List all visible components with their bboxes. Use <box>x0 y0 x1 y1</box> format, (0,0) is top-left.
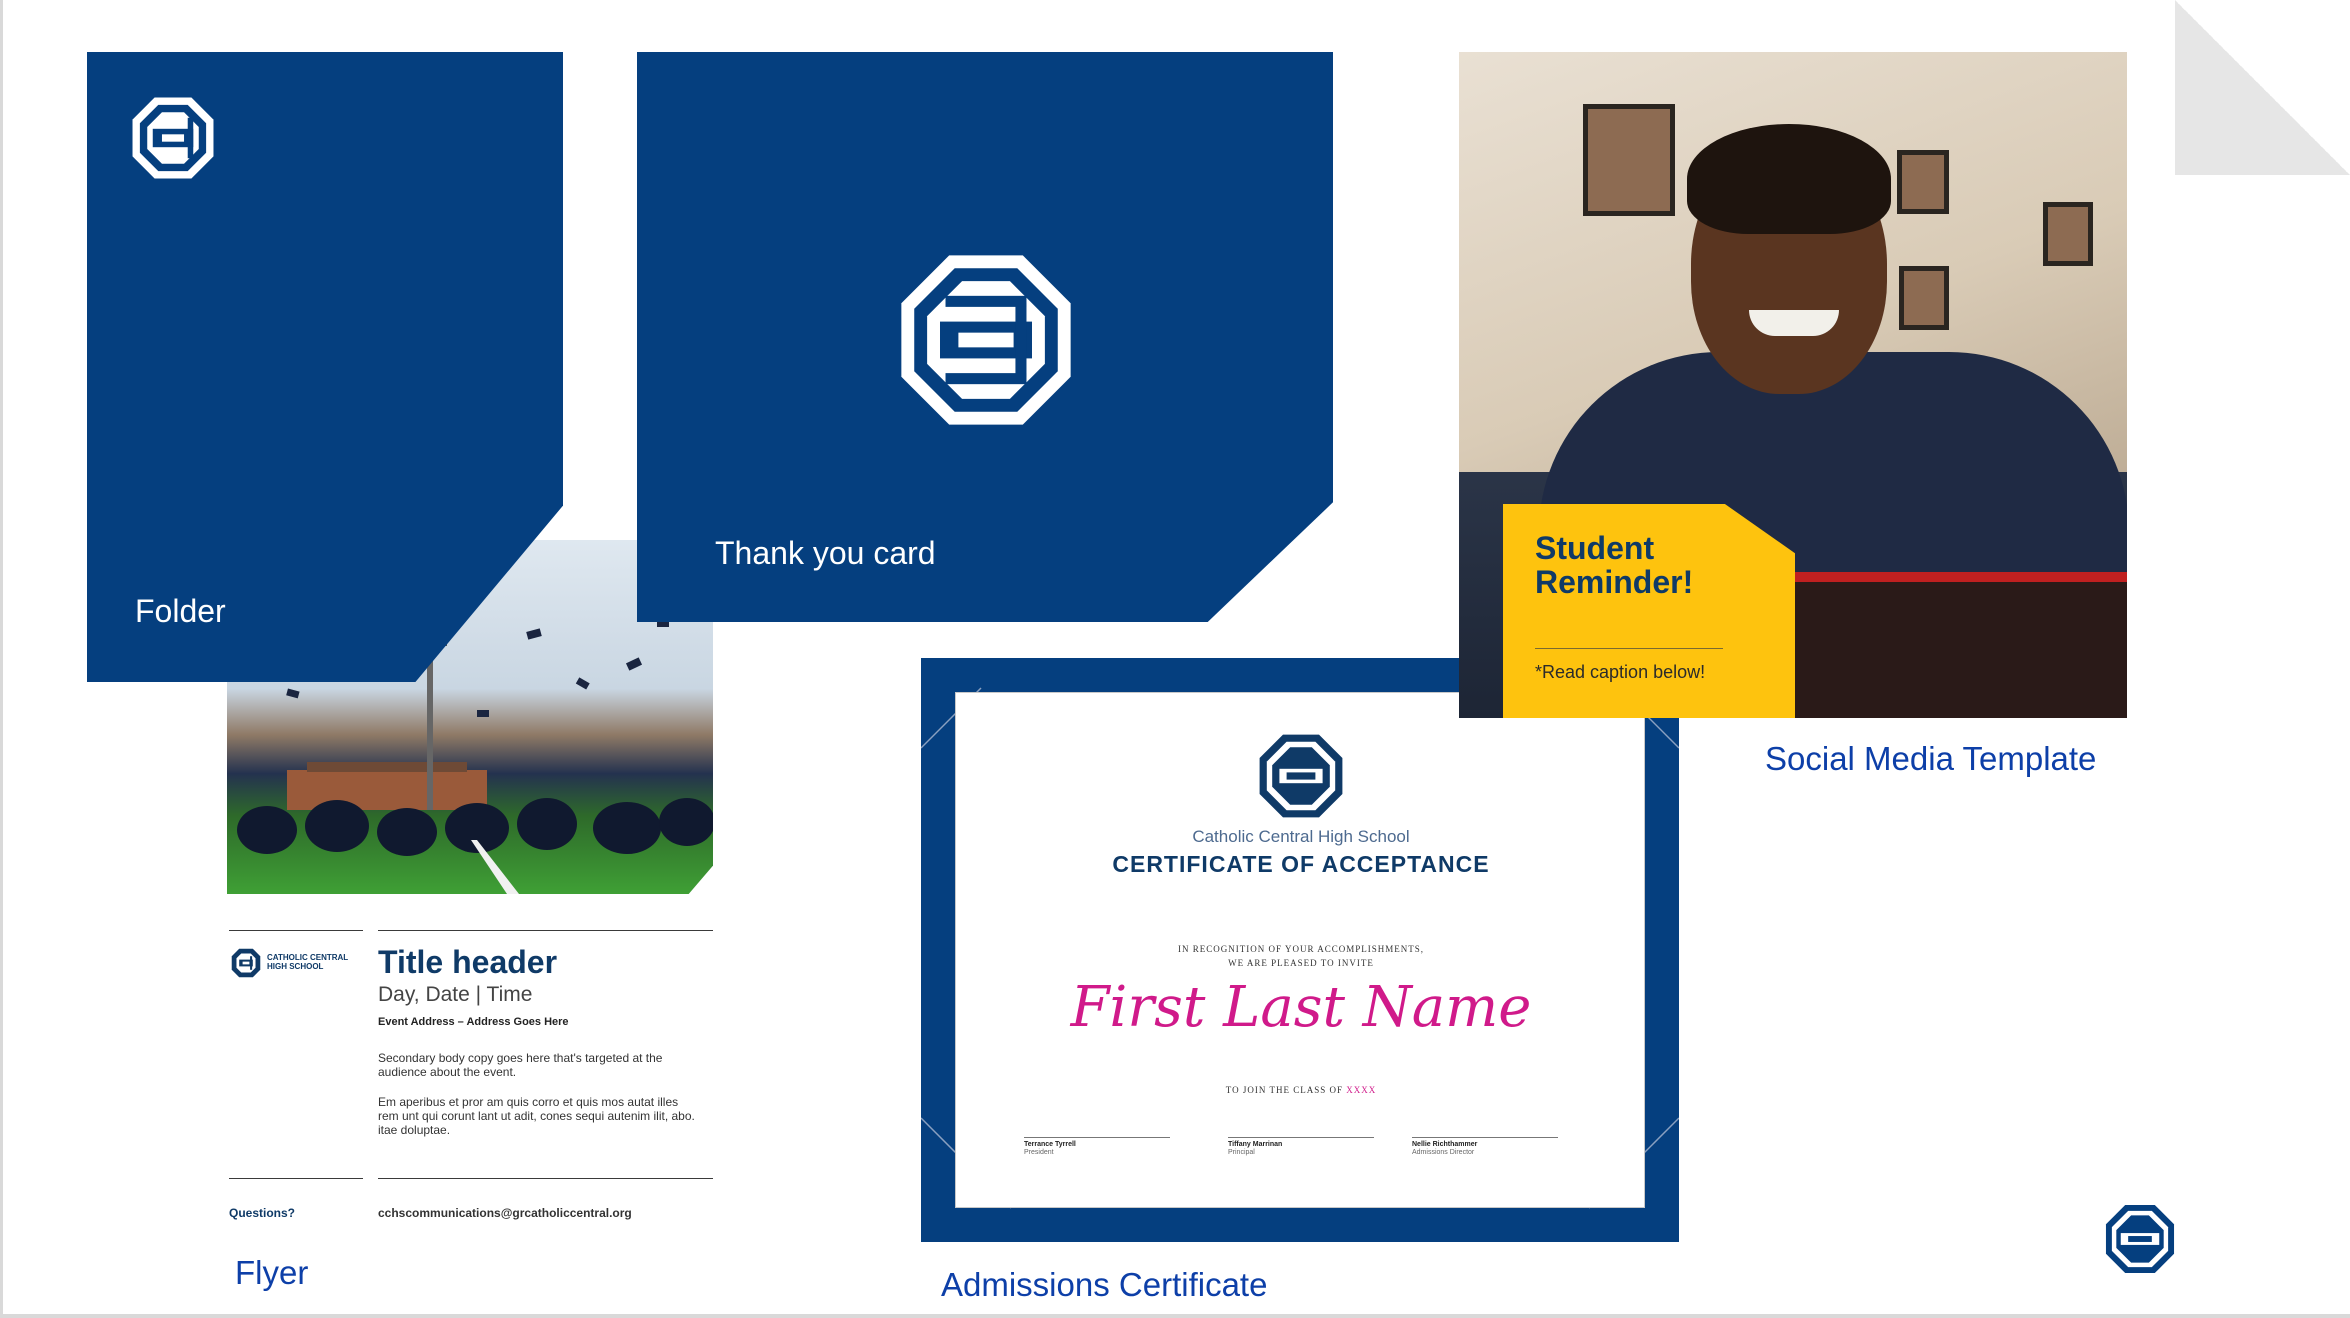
certificate-signature-2: Tiffany Marrinan Principal <box>1228 1137 1374 1158</box>
flyer-rule-left-top <box>229 930 363 931</box>
signature-role: Admissions Director <box>1412 1149 1475 1157</box>
certificate-title: CERTIFICATE OF ACCEPTANCE <box>1112 851 1490 877</box>
flyer-date-line: Day, Date | Time <box>378 983 533 1006</box>
flyer-rule-left-bottom <box>229 1178 363 1179</box>
cc-logo-icon <box>901 255 1071 425</box>
admissions-certificate-mockup: Catholic Central High School CERTIFICATE… <box>921 658 1679 1242</box>
signature-name: Nellie Richthammer <box>1412 1141 1478 1148</box>
flyer-email: cchscommunications@grcatholiccentral.org <box>378 1206 632 1220</box>
folder-mockup: Folder <box>87 52 563 682</box>
certificate-recognition-line1: IN RECOGNITION OF YOUR ACCOMPLISHMENTS, <box>1178 944 1424 954</box>
signature-role: Principal <box>1228 1149 1255 1157</box>
certificate-join-line: TO JOIN THE CLASS OF XXXX <box>956 1085 1646 1095</box>
social-media-mockup: Student Reminder! *Read caption below! <box>1459 52 2127 718</box>
student-arm <box>1759 572 2127 718</box>
certificate-recognition: IN RECOGNITION OF YOUR ACCOMPLISHMENTS, … <box>956 943 1646 970</box>
student-smile <box>1749 310 1839 336</box>
reminder-title-line1: Student <box>1535 530 1655 566</box>
flyer-school-name-line2: HIGH SCHOOL <box>267 961 324 971</box>
wall-portrait-3 <box>1899 266 1949 330</box>
cc-logo-icon <box>231 948 261 978</box>
student-hair <box>1687 124 1891 234</box>
certificate-signature-3: Nellie Richthammer Admissions Director <box>1412 1137 1558 1158</box>
cc-logo-icon <box>132 97 214 179</box>
page-corner-fold <box>2175 0 2350 175</box>
certificate-recipient-name: First Last Name <box>1070 975 1532 1040</box>
flyer-rule-right-top <box>378 930 713 931</box>
flyer-rule-right-bottom <box>378 1178 713 1179</box>
wall-portrait-4 <box>2043 202 2093 266</box>
student-reminder-tag: Student Reminder! *Read caption below! <box>1503 504 1795 718</box>
flyer-address: Event Address – Address Goes Here <box>378 1016 569 1028</box>
thank-you-card-label: Thank you card <box>715 535 936 571</box>
reminder-title: Student Reminder! <box>1535 530 1694 600</box>
cc-logo-icon <box>1259 734 1343 818</box>
folder-label: Folder <box>135 593 226 629</box>
certificate-school-name: Catholic Central High School <box>1192 827 1410 846</box>
reminder-rule <box>1535 648 1723 649</box>
flyer-body-copy-2: Em aperibus et pror am quis corro et qui… <box>378 1095 695 1137</box>
signature-name: Terrance Tyrrell <box>1024 1141 1076 1148</box>
signature-role: President <box>1024 1149 1054 1157</box>
certificate-recognition-line2: WE ARE PLEASED TO INVITE <box>1228 957 1374 968</box>
wall-portrait-1 <box>1583 104 1675 216</box>
certificate-paper: Catholic Central High School CERTIFICATE… <box>955 692 1645 1208</box>
certificate-signature-1: Terrance Tyrrell President <box>1024 1137 1170 1158</box>
thank-you-card-mockup: Thank you card <box>637 52 1333 622</box>
flyer-questions-label: Questions? <box>229 1206 296 1220</box>
wall-portrait-2 <box>1897 150 1949 214</box>
cc-logo-icon <box>2105 1204 2175 1274</box>
social-media-template-label: Social Media Template <box>1765 740 2097 777</box>
flyer-school-name: CATHOLIC CENTRAL HIGH SCHOOL <box>267 953 348 972</box>
flyer-title: Title header <box>378 944 558 980</box>
signature-name: Tiffany Marrinan <box>1228 1141 1283 1148</box>
flyer-body-copy-1: Secondary body copy goes here that's tar… <box>378 1051 663 1079</box>
admissions-certificate-label: Admissions Certificate <box>941 1266 1268 1303</box>
slide: CATHOLIC CENTRAL HIGH SCHOOL Title heade… <box>0 0 2350 1318</box>
flyer-label: Flyer <box>235 1254 309 1291</box>
reminder-title-line2: Reminder! <box>1535 563 1694 600</box>
certificate-join-text: TO JOIN THE CLASS OF <box>1225 1085 1343 1095</box>
reminder-caption: *Read caption below! <box>1535 662 1706 682</box>
certificate-class-year: XXXX <box>1346 1085 1377 1095</box>
